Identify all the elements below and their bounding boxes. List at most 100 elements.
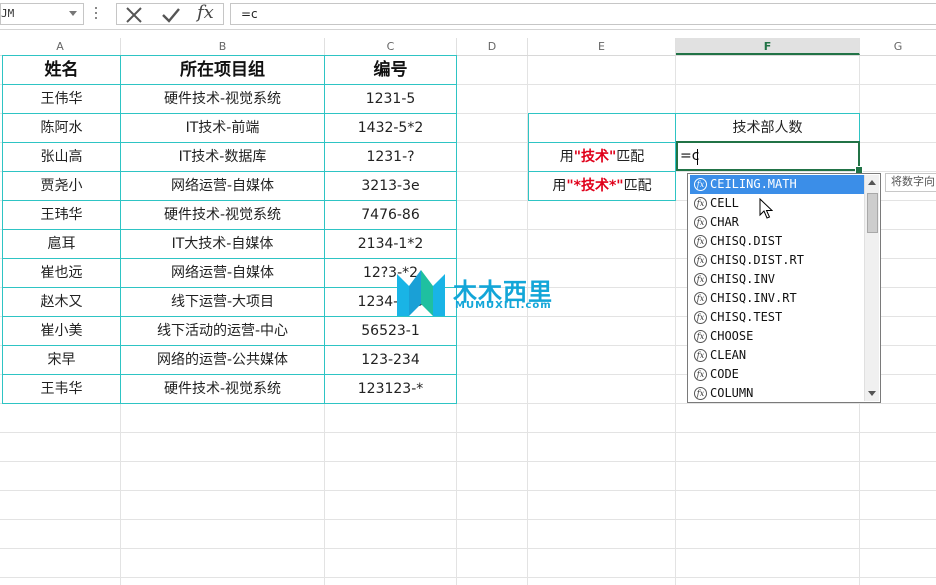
cell-a4[interactable]: 张山高 — [3, 143, 120, 171]
autocomplete-item-cell[interactable]: fx CELL — [690, 194, 864, 213]
autocomplete-item-chisq-inv-rt[interactable]: fx CHISQ.INV.RT — [690, 289, 864, 308]
criteria-label-2[interactable]: 用"*技术*"匹配 — [529, 172, 675, 200]
autocomplete-scrollbar[interactable] — [864, 175, 879, 401]
watermark: 木木西里 MUMUXILI.com — [395, 262, 555, 322]
autocomplete-item-clean[interactable]: fx CLEAN — [690, 346, 864, 365]
autocomplete-item-label: CLEAN — [710, 348, 747, 362]
scroll-up-icon[interactable] — [868, 180, 876, 185]
check-icon[interactable] — [161, 7, 181, 27]
autocomplete-item-code[interactable]: fx CODE — [690, 365, 864, 384]
cell-c12[interactable]: 123123-* — [325, 375, 456, 403]
cell-c4[interactable]: 1231-? — [325, 143, 456, 171]
cell-b4[interactable]: IT技术-数据库 — [121, 143, 324, 171]
column-header-e[interactable]: E — [528, 38, 676, 55]
cell-a7[interactable]: 扈耳 — [3, 230, 120, 258]
cell-a10[interactable]: 崔小美 — [3, 317, 120, 345]
criteria-suffix: 匹配 — [616, 149, 645, 165]
autocomplete-item-chisq-test[interactable]: fx CHISQ.TEST — [690, 308, 864, 327]
cell-c11[interactable]: 123-234 — [325, 346, 456, 374]
header-project-group[interactable]: 所在项目组 — [121, 56, 324, 84]
more-options-icon[interactable] — [95, 7, 98, 21]
autocomplete-item-label: CEILING.MATH — [710, 177, 797, 191]
autocomplete-item-char[interactable]: fx CHAR — [690, 213, 864, 232]
autocomplete-item-label: CHISQ.DIST — [710, 234, 783, 248]
function-icon: fx — [694, 330, 707, 343]
fx-icon[interactable]: fx — [197, 3, 214, 23]
cell-b8[interactable]: 网络运营-自媒体 — [121, 259, 324, 287]
function-icon: fx — [694, 178, 707, 191]
cell-a2[interactable]: 王伟华 — [3, 85, 120, 113]
autocomplete-item-choose[interactable]: fx CHOOSE — [690, 327, 864, 346]
cell-b12[interactable]: 硬件技术-视觉系统 — [121, 375, 324, 403]
column-header-a[interactable]: A — [0, 38, 121, 55]
column-header-f[interactable]: F — [676, 38, 860, 55]
header-name[interactable]: 姓名 — [3, 56, 120, 84]
cell-c2[interactable]: 1231-5 — [325, 85, 456, 113]
cell-a11[interactable]: 宋早 — [3, 346, 120, 374]
cell-b10[interactable]: 线下活动的运营-中心 — [121, 317, 324, 345]
close-icon[interactable] — [125, 7, 143, 27]
function-icon: fx — [694, 368, 707, 381]
cell-a12[interactable]: 王韦华 — [3, 375, 120, 403]
tech-dept-count-header[interactable]: 技术部人数 — [676, 114, 859, 142]
cell-a5[interactable]: 贾尧小 — [3, 172, 120, 200]
mouse-pointer-icon — [759, 197, 774, 224]
column-header-d[interactable]: D — [457, 38, 528, 55]
cell-b9[interactable]: 线下运营-大项目 — [121, 288, 324, 316]
formula-buttons: fx — [116, 3, 224, 25]
chevron-down-icon[interactable] — [69, 11, 77, 16]
cell-c3[interactable]: 1432-5*2 — [325, 114, 456, 142]
cell-a8[interactable]: 崔也远 — [3, 259, 120, 287]
cell-c7[interactable]: 2134-1*2 — [325, 230, 456, 258]
function-icon: fx — [694, 311, 707, 324]
criteria-keyword: "*技术*" — [566, 178, 624, 194]
text-cursor — [697, 149, 698, 165]
cell-a9[interactable]: 赵木又 — [3, 288, 120, 316]
function-icon: fx — [694, 254, 707, 267]
cell-b7[interactable]: IT大技术-自媒体 — [121, 230, 324, 258]
header-id[interactable]: 编号 — [325, 56, 456, 84]
column-header-g[interactable]: G — [860, 38, 936, 55]
criteria-prefix: 用 — [552, 178, 567, 194]
autocomplete-item-label: CHISQ.INV — [710, 272, 776, 286]
autocomplete-item-label: CHISQ.INV.RT — [710, 291, 797, 305]
column-header-c[interactable]: C — [325, 38, 457, 55]
function-icon: fx — [694, 216, 707, 229]
autocomplete-item-label: CODE — [710, 367, 739, 381]
function-icon: fx — [694, 292, 707, 305]
autocomplete-item-label: CHISQ.TEST — [710, 310, 783, 324]
column-headers: A B C D E F G — [0, 38, 936, 56]
cell-b11[interactable]: 网络的运营-公共媒体 — [121, 346, 324, 374]
criteria-label-1[interactable]: 用"技术"匹配 — [529, 143, 675, 171]
autocomplete-item-column[interactable]: fx COLUMN — [690, 384, 864, 403]
autocomplete-item-label: CELL — [710, 196, 739, 210]
cell-b3[interactable]: IT技术-前端 — [121, 114, 324, 142]
cell-b6[interactable]: 硬件技术-视觉系统 — [121, 201, 324, 229]
autocomplete-item-chisq-dist-rt[interactable]: fx CHISQ.DIST.RT — [690, 251, 864, 270]
cell-b2[interactable]: 硬件技术-视觉系统 — [121, 85, 324, 113]
function-autocomplete-list[interactable]: fx CEILING.MATH fx CELL fx CHAR fx CHISQ.DIS… — [687, 173, 881, 403]
autocomplete-item-label: CHAR — [710, 215, 739, 229]
name-box[interactable]: JM — [0, 3, 84, 25]
cell-a6[interactable]: 王玮华 — [3, 201, 120, 229]
cell-b5[interactable]: 网络运营-自媒体 — [121, 172, 324, 200]
cell-c5[interactable]: 3213-3e — [325, 172, 456, 200]
function-icon: fx — [694, 235, 707, 248]
cell-c6[interactable]: 7476-86 — [325, 201, 456, 229]
autocomplete-item-label: COLUMN — [710, 386, 754, 400]
active-cell-f4[interactable]: =c — [676, 141, 860, 171]
criteria-prefix: 用 — [559, 149, 574, 165]
cell-a3[interactable]: 陈阿水 — [3, 114, 120, 142]
scrollbar-thumb[interactable] — [867, 193, 878, 233]
autocomplete-item-chisq-inv[interactable]: fx CHISQ.INV — [690, 270, 864, 289]
function-tooltip: 将数字向 — [885, 173, 936, 192]
scroll-down-icon[interactable] — [868, 391, 876, 396]
column-header-b[interactable]: B — [121, 38, 325, 55]
formula-input[interactable]: =c — [230, 3, 936, 25]
watermark-logo-icon — [397, 270, 445, 316]
autocomplete-item-label: CHISQ.DIST.RT — [710, 253, 804, 267]
autocomplete-item-ceiling-math[interactable]: fx CEILING.MATH — [690, 175, 864, 194]
autocomplete-item-chisq-dist[interactable]: fx CHISQ.DIST — [690, 232, 864, 251]
formula-bar: JM fx =c — [0, 0, 936, 30]
autocomplete-item-label: CHOOSE — [710, 329, 754, 343]
